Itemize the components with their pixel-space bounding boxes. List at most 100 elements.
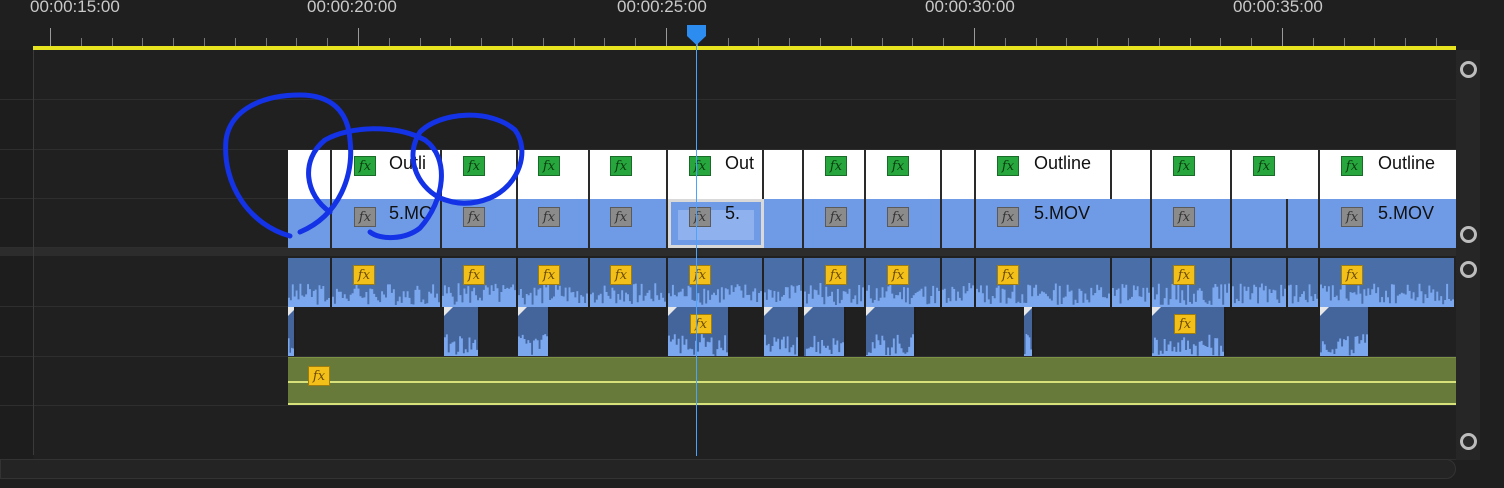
horizontal-scrollbar[interactable] <box>0 459 1456 479</box>
fx-badge-icon[interactable]: fx <box>690 314 712 334</box>
audio-clip[interactable]: fx <box>668 258 764 307</box>
fx-badge-icon[interactable]: fx <box>354 207 376 227</box>
audio-clip-short[interactable] <box>1024 307 1034 356</box>
title-clip[interactable]: fx <box>1232 150 1320 199</box>
fx-badge-icon[interactable]: fx <box>887 207 909 227</box>
fx-badge-icon[interactable]: fx <box>463 265 485 285</box>
fx-badge-icon[interactable]: fx <box>997 207 1019 227</box>
title-clip[interactable] <box>764 150 804 199</box>
video-clip-selected[interactable]: fx 5. <box>668 199 764 248</box>
fx-badge-icon[interactable]: fx <box>825 156 847 176</box>
fx-badge-icon[interactable]: fx <box>354 156 376 176</box>
adjustment-clip[interactable]: fx <box>288 357 1456 405</box>
track-header[interactable] <box>0 307 33 357</box>
video-clip[interactable]: fx 5.MOV <box>1320 199 1456 248</box>
audio-clip[interactable]: fx <box>442 258 518 307</box>
audio-clip[interactable]: fx <box>590 258 668 307</box>
fx-badge-icon[interactable]: fx <box>1173 156 1195 176</box>
video-clip[interactable]: fx <box>590 199 668 248</box>
video-audio-divider[interactable] <box>0 248 1456 256</box>
fx-badge-icon[interactable]: fx <box>538 156 560 176</box>
audio-clip-short[interactable] <box>288 307 296 356</box>
scroll-knob-icon[interactable] <box>1460 261 1477 278</box>
audio-clip[interactable]: fx <box>1320 258 1456 307</box>
video-clip[interactable]: fx <box>866 199 942 248</box>
video-clip[interactable] <box>288 199 332 248</box>
fx-badge-icon[interactable]: fx <box>353 265 375 285</box>
video-clip[interactable]: fx 5.MO <box>332 199 442 248</box>
audio-clip[interactable]: fx <box>804 258 866 307</box>
audio-clip-short[interactable]: fx <box>1152 307 1226 356</box>
audio-clip[interactable] <box>1288 258 1320 307</box>
audio-clip-short[interactable] <box>764 307 800 356</box>
fx-badge-icon[interactable]: fx <box>1253 156 1275 176</box>
time-ruler[interactable]: 00:00:15:00 00:00:20:00 00:00:25:00 00:0… <box>0 0 1504 50</box>
fx-badge-icon[interactable]: fx <box>610 156 632 176</box>
fx-badge-icon[interactable]: fx <box>825 265 847 285</box>
fx-badge-icon[interactable]: fx <box>997 156 1019 176</box>
video-clip[interactable] <box>1232 199 1288 248</box>
audio-clip[interactable]: fx <box>332 258 442 307</box>
audio-clip-short[interactable] <box>444 307 480 356</box>
fx-badge-icon[interactable]: fx <box>1341 265 1363 285</box>
audio-clip-short[interactable] <box>866 307 916 356</box>
track-header[interactable] <box>0 150 33 199</box>
audio-clip-short[interactable]: fx <box>668 307 730 356</box>
title-clip[interactable] <box>1112 150 1152 199</box>
vertical-scrollbar[interactable] <box>1456 50 1480 460</box>
title-clip[interactable]: fx Outli <box>332 150 442 199</box>
audio-clip-short[interactable] <box>1320 307 1370 356</box>
title-clip[interactable]: fx <box>804 150 866 199</box>
fx-badge-icon[interactable]: fx <box>887 156 909 176</box>
audio-clip-short[interactable] <box>804 307 846 356</box>
fx-badge-icon[interactable]: fx <box>610 207 632 227</box>
audio-clip[interactable] <box>288 258 332 307</box>
fx-badge-icon[interactable]: fx <box>1341 207 1363 227</box>
fx-badge-icon[interactable]: fx <box>538 207 560 227</box>
title-clip[interactable]: fx <box>1152 150 1232 199</box>
volume-rubber-band[interactable] <box>288 381 1456 383</box>
track-header[interactable] <box>0 357 33 406</box>
video-clip[interactable] <box>764 199 804 248</box>
video-clip[interactable] <box>1288 199 1320 248</box>
video-clip[interactable]: fx <box>804 199 866 248</box>
fx-badge-icon[interactable]: fx <box>689 156 711 176</box>
audio-clip-short[interactable] <box>518 307 550 356</box>
title-clip[interactable]: fx <box>590 150 668 199</box>
video-clip[interactable]: fx 5.MOV <box>976 199 1152 248</box>
fx-badge-icon[interactable]: fx <box>689 207 711 227</box>
title-clip[interactable] <box>942 150 976 199</box>
scroll-knob-icon[interactable] <box>1460 61 1477 78</box>
scroll-knob-icon[interactable] <box>1460 226 1477 243</box>
fx-badge-icon[interactable]: fx <box>308 366 330 386</box>
track-header[interactable] <box>0 100 33 150</box>
audio-clip[interactable]: fx <box>518 258 590 307</box>
title-clip[interactable]: fx <box>442 150 518 199</box>
audio-clip[interactable] <box>1112 258 1152 307</box>
scroll-knob-icon[interactable] <box>1460 433 1477 450</box>
video-clip[interactable]: fx <box>518 199 590 248</box>
audio-clip[interactable] <box>764 258 804 307</box>
fx-badge-icon[interactable]: fx <box>997 265 1019 285</box>
audio-clip[interactable]: fx <box>1152 258 1232 307</box>
fx-badge-icon[interactable]: fx <box>1174 314 1196 334</box>
audio-clip[interactable]: fx <box>976 258 1112 307</box>
fx-badge-icon[interactable]: fx <box>1173 265 1195 285</box>
audio-clip[interactable] <box>942 258 976 307</box>
title-clip[interactable]: fx <box>866 150 942 199</box>
fx-badge-icon[interactable]: fx <box>610 265 632 285</box>
title-clip[interactable]: fx Out <box>668 150 764 199</box>
track-header[interactable] <box>0 256 33 307</box>
playhead-marker-icon[interactable] <box>685 24 708 46</box>
fx-badge-icon[interactable]: fx <box>825 207 847 227</box>
fx-badge-icon[interactable]: fx <box>538 265 560 285</box>
fx-badge-icon[interactable]: fx <box>1341 156 1363 176</box>
fx-badge-icon[interactable]: fx <box>1173 207 1195 227</box>
audio-clip[interactable]: fx <box>866 258 942 307</box>
fx-badge-icon[interactable]: fx <box>463 156 485 176</box>
track-header[interactable] <box>0 50 33 100</box>
title-clip[interactable]: fx Outline <box>976 150 1112 199</box>
playhead-line[interactable] <box>696 40 697 456</box>
video-clip[interactable] <box>942 199 976 248</box>
title-clip[interactable]: fx <box>518 150 590 199</box>
